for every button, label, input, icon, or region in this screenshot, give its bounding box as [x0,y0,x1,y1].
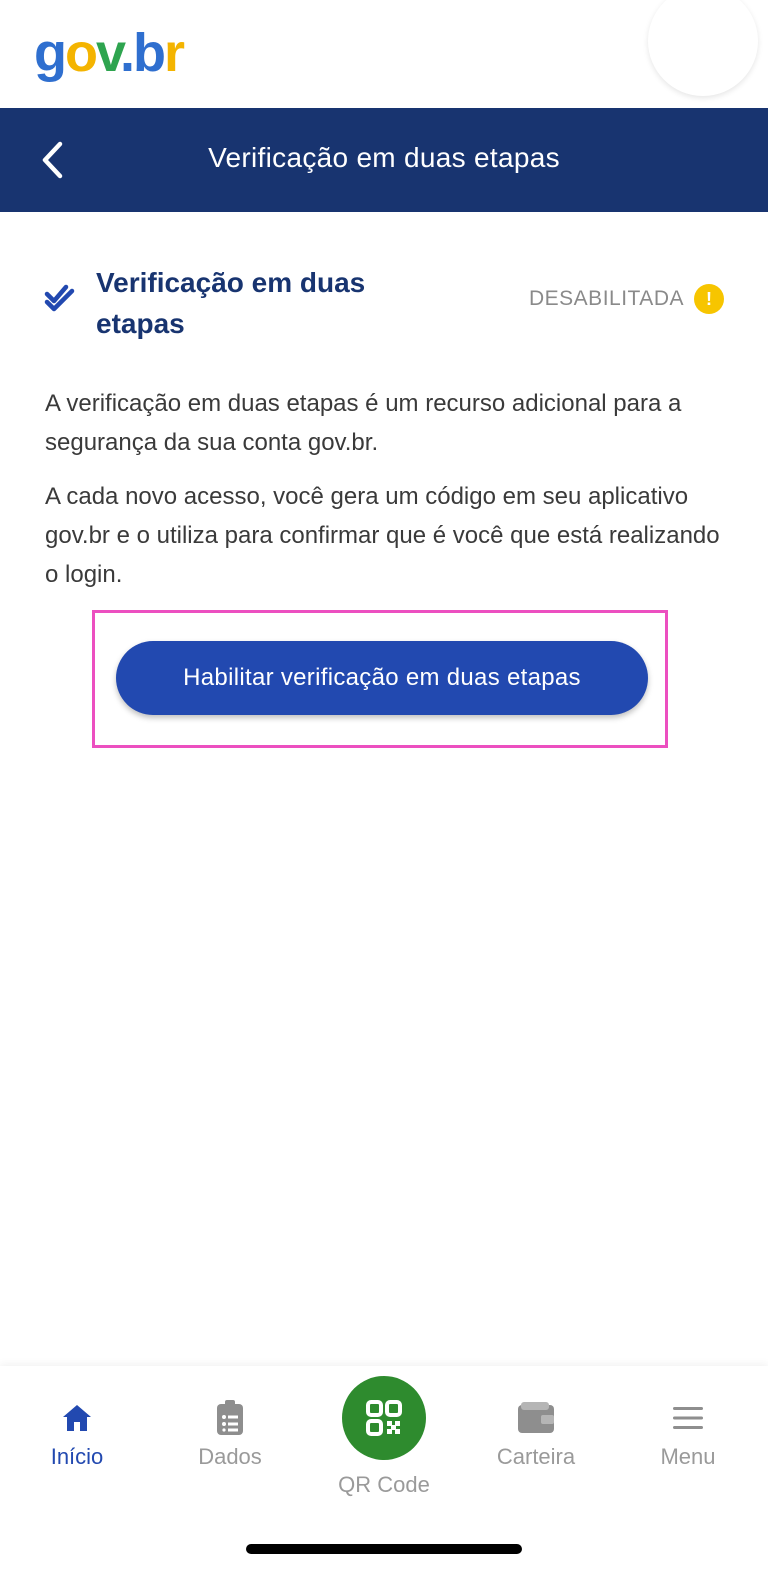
home-icon [63,1405,91,1431]
top-bar: gov.br [0,0,768,108]
clipboard-icon [217,1400,243,1435]
description-paragraph-2: A cada novo acesso, você gera um código … [45,483,720,588]
gov-br-logo: gov.br [34,23,185,83]
qr-code-icon [366,1400,402,1436]
avatar[interactable] [648,0,758,96]
page-title: Verificação em duas etapas [208,142,560,173]
warning-icon: ! [694,284,724,314]
wallet-icon [518,1402,554,1433]
home-indicator [246,1544,522,1554]
menu-icon [673,1407,703,1429]
nav-item-dados[interactable]: Dados [160,1396,300,1470]
enable-two-step-button[interactable]: Habilitar verificação em duas etapas [116,641,648,715]
nav-label-qr-code: QR Code [338,1472,430,1497]
double-check-icon [44,284,75,312]
title-bar: Verificação em duas etapas [0,108,768,212]
nav-item-carteira[interactable]: Carteira [466,1396,606,1470]
nav-label-menu: Menu [660,1444,716,1469]
nav-label-carteira: Carteira [496,1444,576,1469]
description-paragraph-1: A verificação em duas etapas é um recurs… [45,390,682,456]
nav-label-inicio: Início [50,1444,104,1469]
qr-code-button[interactable] [342,1376,426,1460]
status-indicator: DESABILITADA ! [529,284,724,314]
nav-item-inicio[interactable]: Início [7,1396,147,1470]
nav-item-qr-code[interactable]: QR Code [314,1376,454,1498]
nav-item-menu[interactable]: Menu [618,1396,758,1470]
status-badge: DESABILITADA [529,287,684,310]
section-title: Verificação em duas etapas [96,267,366,339]
nav-label-dados: Dados [198,1444,262,1469]
